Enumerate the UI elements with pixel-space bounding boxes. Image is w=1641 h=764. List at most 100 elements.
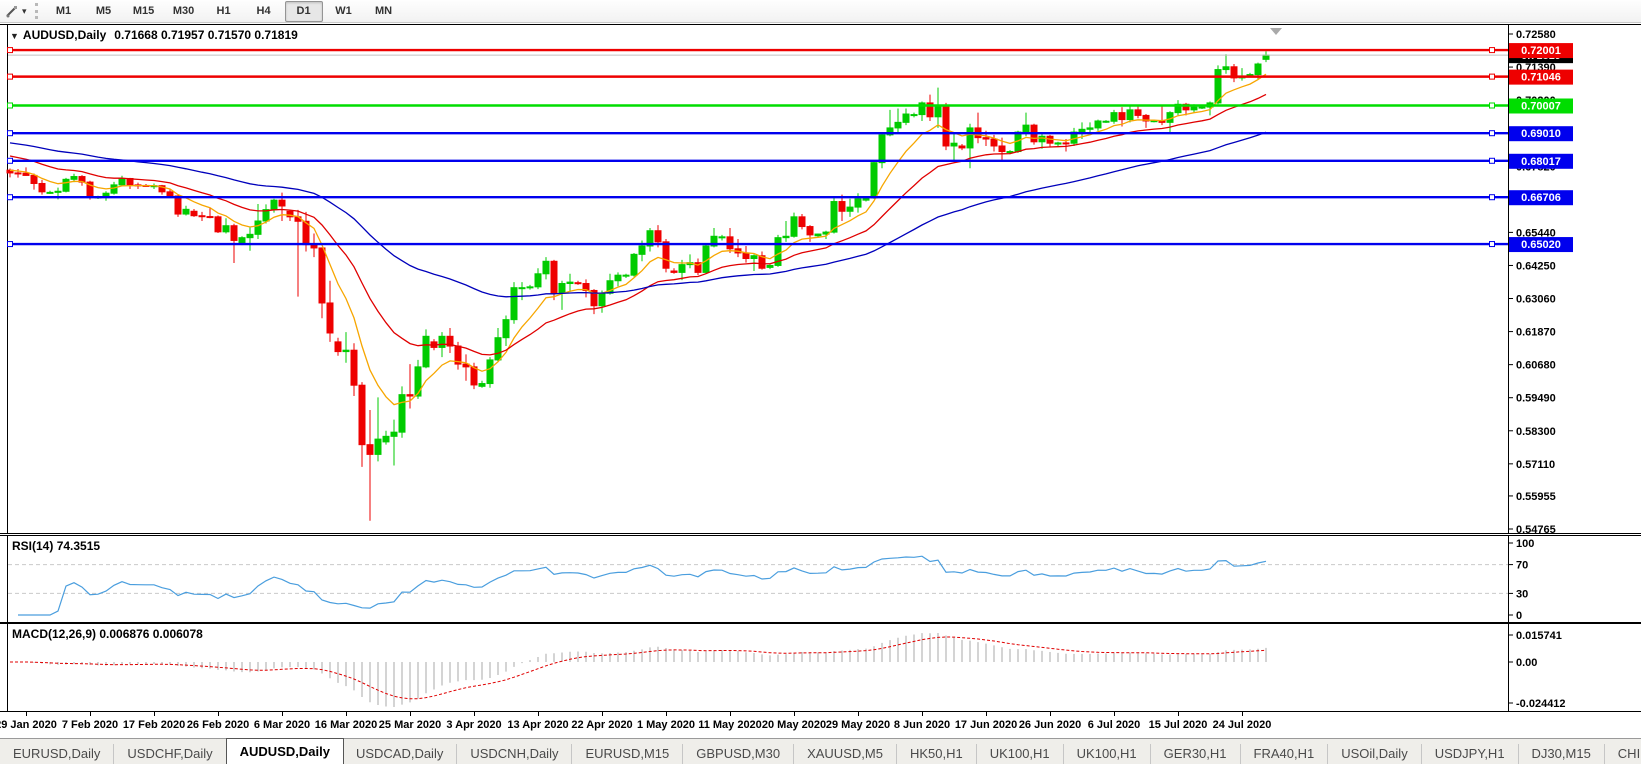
timeframe-button-M5[interactable]: M5 <box>85 1 123 22</box>
level-price-label: 0.70007 <box>1521 100 1561 112</box>
moving-average-line-55[interactable] <box>10 132 1266 296</box>
timeframe-button-M1[interactable]: M1 <box>45 1 83 22</box>
chart-tab-UK100-H1[interactable]: UK100,H1 <box>1064 744 1151 764</box>
date-tick-mark <box>90 712 91 716</box>
rsi-axis-ticks: 10070300 <box>1508 538 1534 622</box>
date-tick-mark <box>794 712 795 716</box>
date-tick-mark <box>154 712 155 716</box>
macd-tick-label: 0.00 <box>1516 657 1537 669</box>
date-tick-label: 25 Mar 2020 <box>379 719 441 731</box>
date-tick-mark <box>1178 712 1179 716</box>
chart-shift-marker[interactable] <box>1270 28 1282 35</box>
chart-tab-UK100-H1[interactable]: UK100,H1 <box>977 744 1064 764</box>
line-anchor-handle[interactable] <box>1490 103 1495 108</box>
main-price-chart[interactable]: 0.725800.713900.702000.690100.678200.666… <box>0 24 1641 535</box>
price-tick-label: 0.60680 <box>1516 360 1556 372</box>
timeframe-button-M15[interactable]: M15 <box>125 1 163 22</box>
line-anchor-handle[interactable] <box>1490 158 1495 163</box>
chart-tab-USDCAD-Daily[interactable]: USDCAD,Daily <box>343 744 457 764</box>
tool-dropdown-caret[interactable]: ▾ <box>22 6 27 17</box>
line-anchor-handle[interactable] <box>8 48 13 53</box>
level-price-label: 0.72001 <box>1521 45 1561 57</box>
line-anchor-handle[interactable] <box>8 242 13 247</box>
line-anchor-handle[interactable] <box>8 103 13 108</box>
level-price-label: 0.69010 <box>1521 128 1561 140</box>
price-tick-label: 0.72580 <box>1516 29 1556 41</box>
date-tick-mark <box>922 712 923 716</box>
date-tick-label: 17 Feb 2020 <box>123 719 185 731</box>
line-anchor-handle[interactable] <box>8 195 13 200</box>
macd-indicator-panel[interactable]: 0.0157410.00-0.024412 <box>0 623 1641 712</box>
timeframe-button-W1[interactable]: W1 <box>325 1 363 22</box>
timeframe-button-group: M1M5M15M30H1H4D1W1MN <box>44 1 404 22</box>
chart-tabs: EURUSD,DailyUSDCHF,DailyAUDUSD,DailyUSDC… <box>0 738 1641 764</box>
chart-tab-GER30-H1[interactable]: GER30,H1 <box>1151 744 1241 764</box>
line-anchor-handle[interactable] <box>1490 48 1495 53</box>
rsi-name: RSI(14) <box>12 539 53 553</box>
timeframe-button-H1[interactable]: H1 <box>205 1 243 22</box>
date-tick-label: 29 May 2020 <box>826 719 890 731</box>
chart-tab-HK50-H1[interactable]: HK50,H1 <box>897 744 977 764</box>
macd-histogram <box>10 633 1266 707</box>
macd-label: MACD(12,26,9) 0.006876 0.006078 <box>12 627 203 641</box>
date-tick-mark <box>410 712 411 716</box>
chart-tab-USDJPY-H1[interactable]: USDJPY,H1 <box>1422 744 1519 764</box>
date-axis[interactable]: 29 Jan 2020 7 Feb 2020 17 Feb 202026 Feb 2… <box>0 712 1641 738</box>
chart-tab-USDCHF-Daily[interactable]: USDCHF,Daily <box>114 744 226 764</box>
date-tick-label: 26 Jun 2020 <box>1019 719 1081 731</box>
rsi-tick-label: 30 <box>1516 588 1528 600</box>
macd-axis-ticks: 0.0157410.00-0.024412 <box>1508 630 1566 710</box>
price-tick-label: 0.55955 <box>1516 491 1556 503</box>
date-tick-mark <box>986 712 987 716</box>
line-anchor-handle[interactable] <box>1490 74 1495 79</box>
chart-ohlc-values: 0.71668 0.71957 0.71570 0.71819 <box>114 28 298 42</box>
chart-tab-USDCNH-Daily[interactable]: USDCNH,Daily <box>457 744 572 764</box>
macd-signal-line <box>10 637 1266 699</box>
date-tick-label: 20 May 2020 <box>762 719 826 731</box>
date-tick-label: 29 Jan 2020 <box>0 719 57 731</box>
date-tick-mark <box>218 712 219 716</box>
line-anchor-handle[interactable] <box>1490 242 1495 247</box>
line-anchor-handle[interactable] <box>1490 195 1495 200</box>
price-tick-label: 0.61870 <box>1516 327 1556 339</box>
date-tick-label: 26 Feb 2020 <box>187 719 249 731</box>
toolbar-grip-handle[interactable] <box>35 3 38 19</box>
line-anchor-handle[interactable] <box>8 74 13 79</box>
timeframe-button-MN[interactable]: MN <box>365 1 403 22</box>
chart-tab-bar: EURUSD,DailyUSDCHF,DailyAUDUSD,DailyUSDC… <box>0 738 1641 764</box>
chart-tab-XAUUSD-M5[interactable]: XAUUSD,M5 <box>794 744 897 764</box>
macd-tick-label: 0.015741 <box>1516 630 1562 642</box>
drawing-tool-icon[interactable] <box>3 3 21 19</box>
timeframe-button-D1[interactable]: D1 <box>285 1 323 22</box>
chart-tab-DJ30-M15[interactable]: DJ30,M15 <box>1519 744 1605 764</box>
date-tick-mark <box>1242 712 1243 716</box>
date-tick-label: 7 Feb 2020 <box>62 719 118 731</box>
date-tick-label: 6 Jul 2020 <box>1088 719 1141 731</box>
chart-tab-EURUSD-M15[interactable]: EURUSD,M15 <box>572 744 683 764</box>
level-price-label: 0.66706 <box>1521 192 1561 204</box>
level-price-label: 0.68017 <box>1521 156 1561 168</box>
one-click-trading-arrow[interactable]: ▼ <box>10 31 19 41</box>
chart-title: ▼ AUDUSD,Daily 0.71668 0.71957 0.71570 0.7… <box>10 28 298 42</box>
rsi-indicator-panel[interactable]: 10070300 <box>0 535 1641 623</box>
rsi-label: RSI(14) 74.3515 <box>12 539 100 553</box>
date-tick-label: 8 Jun 2020 <box>894 719 950 731</box>
candlestick-series[interactable] <box>7 51 1269 520</box>
chart-tab-GBPUSD-M30[interactable]: GBPUSD,M30 <box>683 744 794 764</box>
chart-tab-CHINA300-H4[interactable]: CHINA300,H4 <box>1605 744 1641 764</box>
line-anchor-handle[interactable] <box>8 131 13 136</box>
chart-symbol-period: AUDUSD,Daily <box>23 28 106 42</box>
macd-values: 0.006876 0.006078 <box>99 627 202 641</box>
line-anchor-handle[interactable] <box>1490 131 1495 136</box>
chart-tab-EURUSD-Daily[interactable]: EURUSD,Daily <box>0 744 114 764</box>
line-anchor-handle[interactable] <box>8 158 13 163</box>
moving-average-line-8[interactable] <box>10 74 1266 404</box>
timeframe-button-M30[interactable]: M30 <box>165 1 203 22</box>
chart-tab-AUDUSD-Daily[interactable]: AUDUSD,Daily <box>226 738 344 764</box>
price-tick-label: 0.54765 <box>1516 524 1556 535</box>
timeframe-button-H4[interactable]: H4 <box>245 1 283 22</box>
date-tick-label: 1 May 2020 <box>637 719 695 731</box>
chart-tab-USOil-Daily[interactable]: USOil,Daily <box>1328 744 1421 764</box>
price-tick-label: 0.57110 <box>1516 459 1555 471</box>
chart-tab-FRA40-H1[interactable]: FRA40,H1 <box>1241 744 1329 764</box>
